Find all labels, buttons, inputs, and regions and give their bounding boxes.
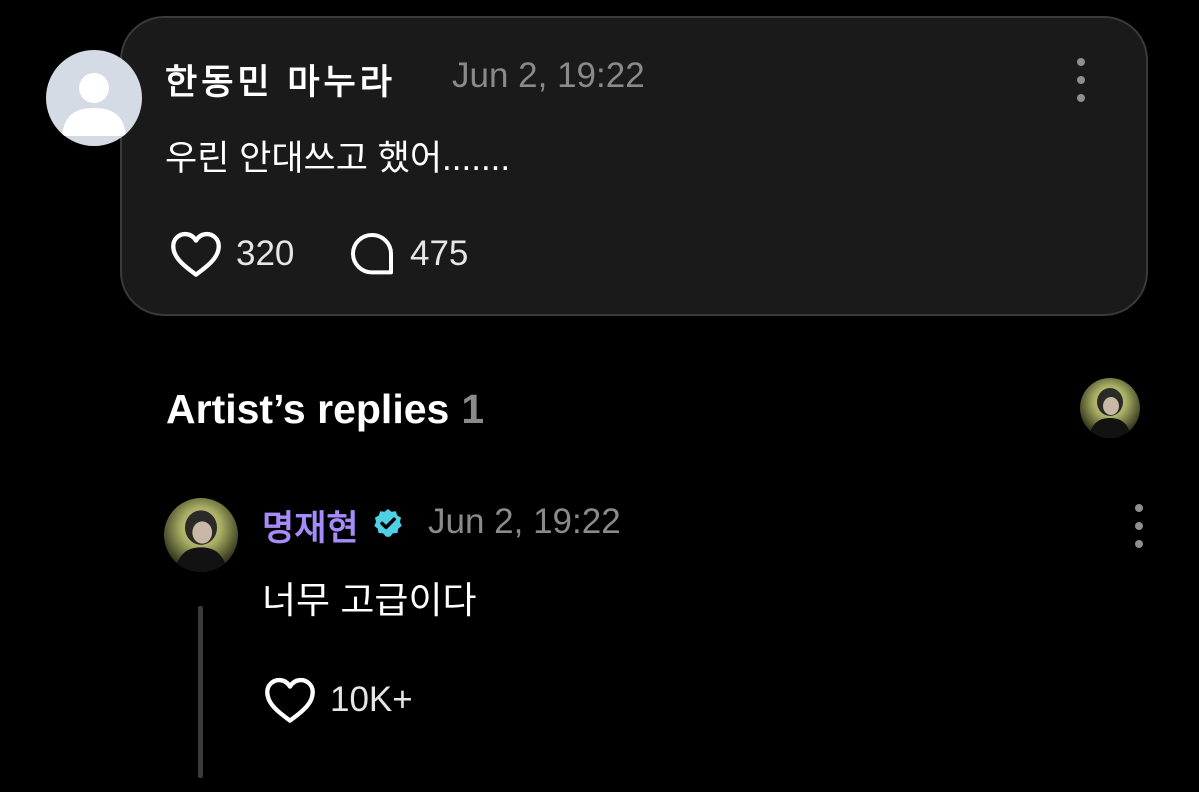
comment-more-icon[interactable] (1074, 58, 1088, 102)
artist-reply-avatar[interactable] (164, 498, 238, 572)
artist-replies-count: 1 (461, 386, 485, 432)
reply-like-button[interactable]: 10K+ (264, 676, 413, 724)
comment-author-name[interactable]: 한동민 마누라 (165, 54, 396, 105)
commenter-avatar[interactable] (46, 50, 142, 146)
comment-reply-button[interactable]: 475 (348, 230, 468, 278)
artist-photo-icon (1088, 388, 1132, 438)
comment-like-count: 320 (236, 234, 295, 273)
reply-text: 너무 고급이다 (262, 580, 477, 621)
heart-outline-icon (265, 677, 315, 723)
comment-reply-count: 475 (410, 234, 469, 273)
reply-author-name[interactable]: 명재현 (262, 500, 359, 551)
comment-like-button[interactable]: 320 (170, 230, 294, 278)
heart-outline-icon (171, 231, 221, 277)
artist-photo-icon (173, 510, 229, 572)
comment-timestamp: Jun 2, 19:22 (452, 56, 645, 95)
reply-thread-line (198, 606, 203, 778)
artist-avatar-small[interactable] (1080, 378, 1140, 438)
artist-replies-title: Artist’s replies (166, 386, 450, 432)
reply-like-count: 10K+ (330, 680, 413, 719)
comment-text: 우린 안대쓰고 했어....... (165, 139, 511, 178)
speech-bubble-icon (351, 233, 393, 275)
user-silhouette-icon (62, 73, 126, 136)
verified-badge-icon (374, 509, 402, 537)
artist-replies-header: Artist’s replies 1 (166, 386, 484, 433)
reply-more-icon[interactable] (1132, 504, 1146, 548)
reply-timestamp: Jun 2, 19:22 (428, 502, 621, 541)
